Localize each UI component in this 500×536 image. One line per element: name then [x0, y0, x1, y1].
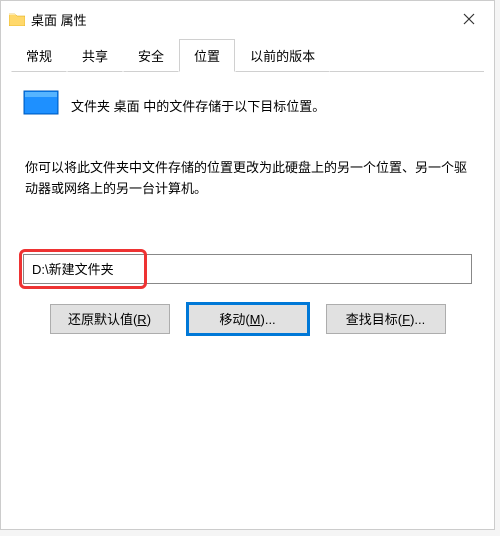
button-label: 查找目标(F)...: [346, 309, 425, 328]
move-button[interactable]: 移动(M)...: [188, 304, 308, 334]
close-icon: [463, 13, 475, 25]
button-row: 还原默认值(R) 移动(M)... 查找目标(F)...: [23, 304, 472, 334]
tab-label: 安全: [138, 49, 164, 64]
window-title: 桌面 属性: [31, 10, 446, 29]
path-input[interactable]: [23, 254, 472, 284]
intro-text: 文件夹 桌面 中的文件存储于以下目标位置。: [71, 96, 325, 115]
close-button[interactable]: [446, 3, 492, 35]
desktop-icon: [23, 90, 59, 120]
description-text: 你可以将此文件夹中文件存储的位置更改为此硬盘上的另一个位置、另一个驱动器或网络上…: [23, 158, 472, 200]
titlebar: 桌面 属性: [1, 1, 494, 37]
properties-dialog: 桌面 属性 常规 共享 安全 位置 以前的版本 文件夹 桌面 中的文件存储于以下…: [0, 0, 495, 530]
tab-label: 位置: [194, 49, 220, 64]
tab-content-location: 文件夹 桌面 中的文件存储于以下目标位置。 你可以将此文件夹中文件存储的位置更改…: [1, 72, 494, 352]
tab-label: 共享: [82, 49, 108, 64]
tab-sharing[interactable]: 共享: [67, 39, 123, 72]
tab-location[interactable]: 位置: [179, 39, 235, 72]
tab-previous-versions[interactable]: 以前的版本: [235, 39, 330, 72]
path-field-wrapper: [23, 254, 472, 284]
find-target-button[interactable]: 查找目标(F)...: [326, 304, 446, 334]
tabstrip-filler: [330, 39, 484, 72]
intro-row: 文件夹 桌面 中的文件存储于以下目标位置。: [23, 90, 472, 120]
tabstrip: 常规 共享 安全 位置 以前的版本: [1, 39, 494, 72]
tab-security[interactable]: 安全: [123, 39, 179, 72]
restore-default-button[interactable]: 还原默认值(R): [50, 304, 170, 334]
folder-icon: [9, 12, 25, 26]
tab-label: 以前的版本: [250, 49, 315, 64]
button-label: 还原默认值(R): [68, 309, 151, 328]
tab-general[interactable]: 常规: [11, 39, 67, 72]
button-label: 移动(M)...: [219, 309, 275, 328]
tab-label: 常规: [26, 49, 52, 64]
